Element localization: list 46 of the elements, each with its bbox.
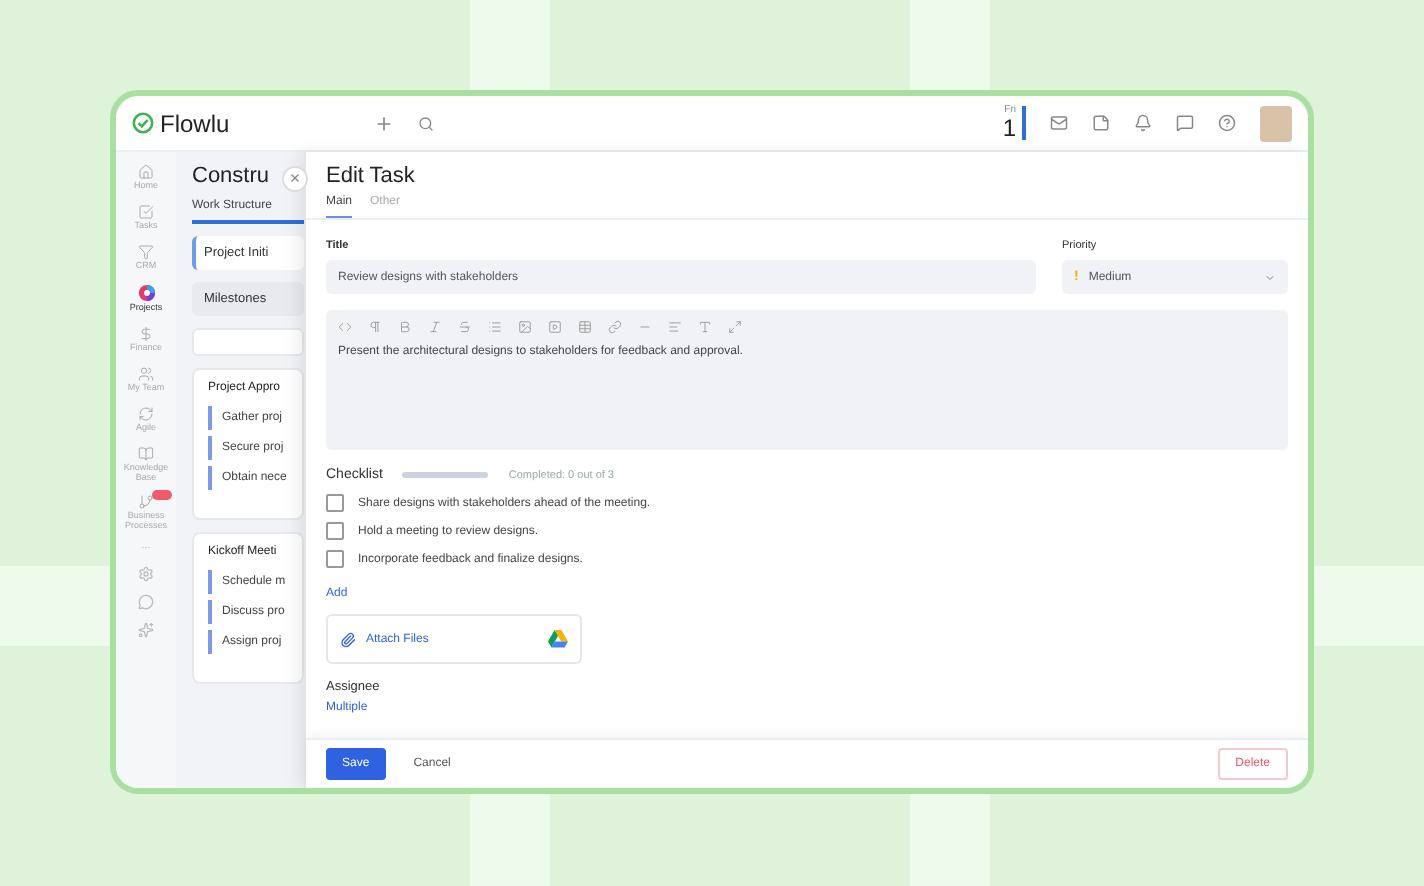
checkbox[interactable] <box>326 522 344 540</box>
search-icon[interactable] <box>417 115 434 131</box>
text-box-icon[interactable] <box>698 320 712 334</box>
help-icon[interactable] <box>1218 114 1236 132</box>
close-button[interactable]: × <box>282 166 308 192</box>
book-icon <box>138 445 154 462</box>
chat-icon[interactable] <box>1176 114 1194 132</box>
line-icon[interactable] <box>638 320 652 334</box>
plus-icon[interactable] <box>373 113 394 133</box>
chevron-down-icon <box>1264 271 1276 283</box>
colorful-circle-icon <box>137 283 155 302</box>
bell-icon[interactable] <box>1134 114 1152 132</box>
sparkle-icon[interactable] <box>138 622 154 639</box>
logo-text: Flowlu <box>160 109 230 137</box>
branch-icon <box>138 494 154 511</box>
drive-icon <box>548 630 568 648</box>
note-icon[interactable] <box>1092 114 1110 132</box>
strikethrough-icon[interactable] <box>458 320 472 334</box>
align-icon[interactable] <box>668 320 682 334</box>
panel-title: Edit Task <box>326 164 417 188</box>
funnel-icon <box>138 243 154 260</box>
home-icon <box>138 164 154 180</box>
paperclip-icon <box>340 631 356 647</box>
avatar-placeholder[interactable] <box>1260 105 1292 141</box>
day-number: 1 <box>1002 116 1016 140</box>
checkbox[interactable] <box>326 494 344 512</box>
link-icon[interactable] <box>608 320 622 334</box>
list-icon[interactable] <box>488 320 502 334</box>
code-icon[interactable] <box>338 320 352 334</box>
table-icon[interactable] <box>578 320 592 334</box>
chat-bubble-icon[interactable] <box>138 594 154 611</box>
refresh-icon <box>138 405 154 422</box>
people-icon <box>138 365 154 382</box>
image-icon[interactable] <box>518 320 532 334</box>
video-icon[interactable] <box>548 320 562 334</box>
gear-icon[interactable] <box>138 566 154 583</box>
check-circle-icon <box>132 112 154 134</box>
expand-icon[interactable] <box>728 320 742 334</box>
dollar-icon <box>138 325 154 342</box>
project-title: Constru <box>192 164 270 188</box>
bold-icon[interactable] <box>398 320 412 334</box>
italic-icon[interactable] <box>428 320 442 334</box>
paragraph-icon[interactable] <box>368 320 382 334</box>
checkbox[interactable] <box>326 550 344 568</box>
checkbox-icon <box>138 203 154 220</box>
mail-icon[interactable] <box>1050 114 1068 132</box>
